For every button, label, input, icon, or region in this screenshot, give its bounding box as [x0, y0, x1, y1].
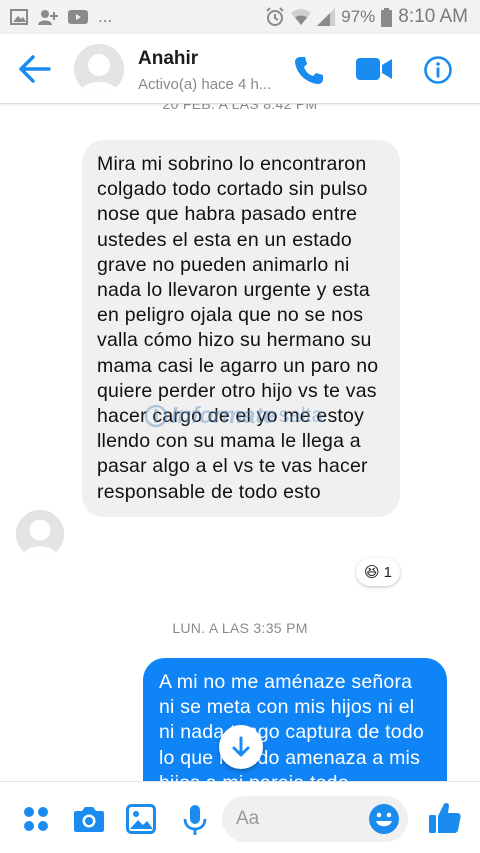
contact-active-status: Activo(a) hace 4 h... [138, 76, 272, 93]
messenger-chat-screen: ... 97% 8:10 AM Anahir Activo(a) hace 4 … [0, 0, 480, 853]
message-reaction[interactable]: 😆 1 [356, 558, 400, 586]
video-call-button[interactable] [356, 56, 392, 82]
chat-header: Anahir Activo(a) hace 4 h... [0, 34, 480, 104]
scroll-to-bottom-button[interactable] [219, 725, 263, 769]
info-icon [424, 56, 452, 84]
default-avatar-icon [74, 44, 124, 94]
gallery-notification-icon [10, 9, 28, 25]
message-composer [0, 781, 480, 853]
message-input-container[interactable] [222, 796, 408, 842]
contact-avatar[interactable] [74, 44, 124, 94]
phone-icon [295, 57, 323, 84]
alarm-icon [266, 7, 284, 26]
system-status: 97% 8:10 AM [265, 6, 468, 28]
voice-message-button[interactable] [180, 804, 210, 835]
microphone-icon [183, 805, 207, 835]
sender-avatar[interactable] [16, 510, 64, 558]
back-button[interactable] [18, 54, 52, 84]
apps-button[interactable] [21, 804, 51, 834]
gallery-button[interactable] [126, 804, 156, 834]
battery-icon [381, 7, 393, 27]
camera-icon [74, 807, 104, 832]
message-input[interactable] [236, 807, 366, 831]
default-avatar-icon [16, 510, 64, 558]
camera-button[interactable] [73, 804, 104, 834]
outgoing-message-bubble[interactable]: A mi no me aménaze señora ni se meta con… [143, 658, 447, 781]
gallery-icon [126, 804, 156, 834]
info-button[interactable] [423, 55, 453, 85]
status-bar: ... 97% 8:10 AM [0, 0, 480, 34]
video-icon [356, 58, 392, 80]
more-notifications-text: ... [98, 7, 113, 26]
emoji-icon [369, 804, 399, 834]
voice-call-button[interactable] [294, 55, 324, 85]
arrow-down-icon [232, 736, 250, 757]
emoji-button[interactable] [368, 803, 400, 835]
contact-name[interactable]: Anahir [138, 48, 198, 70]
message-list[interactable]: 20 FEB. A LAS 8:42 PM Mira mi sobrino lo… [0, 104, 480, 781]
clock: 8:10 AM [398, 6, 468, 27]
back-arrow-icon [19, 55, 51, 83]
youtube-notification-icon [68, 10, 88, 24]
notification-icons: ... [10, 7, 112, 27]
reaction-count: 1 [383, 563, 392, 581]
like-button[interactable] [428, 801, 462, 835]
timestamp-divider: 20 FEB. A LAS 8:42 PM [162, 104, 318, 112]
incoming-message-bubble[interactable]: Mira mi sobrino lo encontraron colgado t… [82, 140, 400, 517]
like-icon [429, 802, 461, 833]
wifi-icon [291, 9, 312, 25]
battery-percent: 97% [341, 7, 376, 26]
timestamp-divider: LUN. A LAS 3:35 PM [172, 620, 308, 636]
add-contact-notification-icon [38, 10, 58, 25]
apps-icon [24, 807, 48, 831]
laughing-emoji-icon: 😆 [364, 564, 380, 581]
signal-icon [317, 8, 336, 26]
